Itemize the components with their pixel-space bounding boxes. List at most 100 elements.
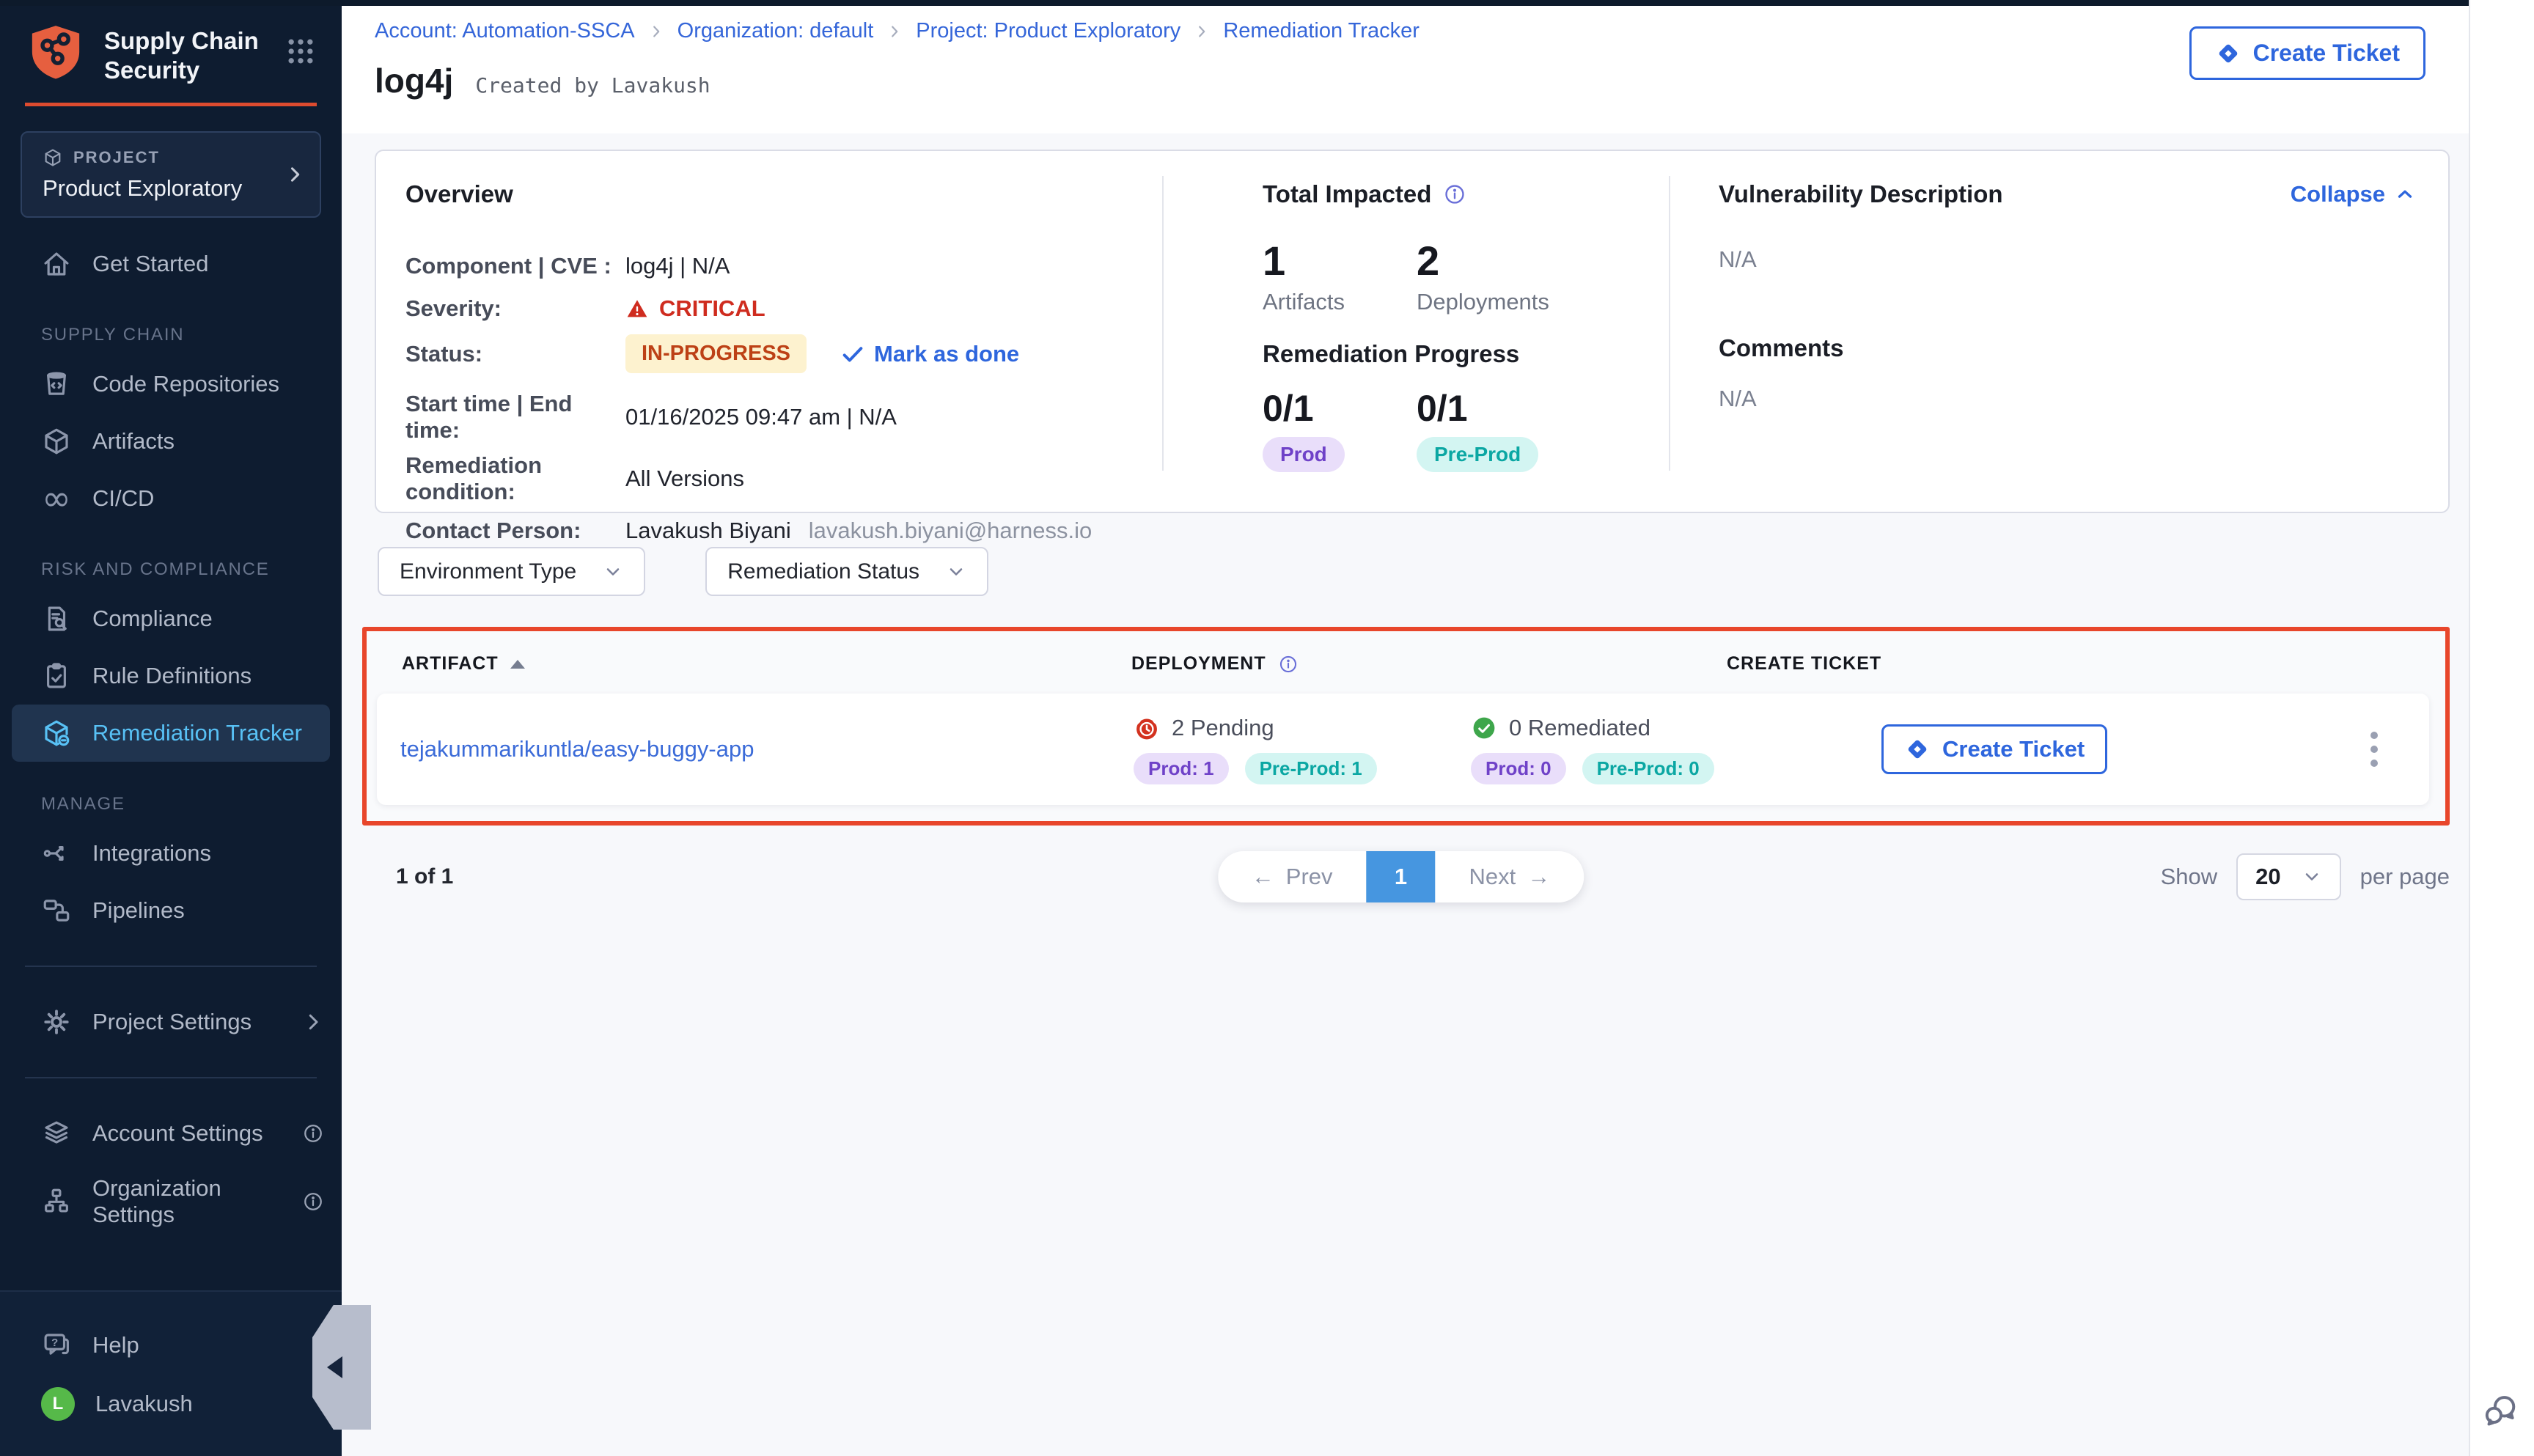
sidebar-item-label: Account Settings bbox=[92, 1120, 263, 1147]
help-chat-icon: ? bbox=[41, 1330, 72, 1361]
info-icon[interactable] bbox=[1278, 654, 1299, 674]
prod-progress: 0/1 Prod bbox=[1263, 390, 1417, 472]
create-ticket-column-header: CREATE TICKET bbox=[1727, 653, 2445, 674]
page-1-button[interactable]: 1 bbox=[1367, 851, 1436, 902]
scrollbar-gutter[interactable] bbox=[2469, 0, 2534, 1456]
created-by-text: Created by Lavakush bbox=[475, 73, 710, 98]
page-header: Account: Automation-SSCA Organization: d… bbox=[342, 0, 2534, 133]
breadcrumb-organization[interactable]: Organization: default bbox=[677, 19, 874, 43]
deployment-column-header: DEPLOYMENT bbox=[1131, 653, 1727, 674]
comments-heading: Comments bbox=[1719, 334, 2416, 362]
artifact-column-header[interactable]: ARTIFACT bbox=[402, 653, 1131, 674]
user-name: Lavakush bbox=[95, 1391, 193, 1417]
breadcrumb-account[interactable]: Account: Automation-SSCA bbox=[375, 19, 635, 43]
project-selector[interactable]: PROJECT Product Exploratory bbox=[21, 131, 321, 218]
row-create-ticket-button[interactable]: Create Ticket bbox=[1881, 724, 2107, 774]
ticket-diamond-icon bbox=[2215, 40, 2241, 67]
remediation-progress-heading: Remediation Progress bbox=[1263, 340, 1669, 368]
sidebar-item-label: Organization Settings bbox=[92, 1175, 282, 1228]
deployments-count: 2 bbox=[1417, 240, 1571, 282]
overview-heading: Overview bbox=[405, 180, 1162, 208]
page-title: log4j bbox=[375, 61, 453, 100]
artifacts-table-highlight: ARTIFACT DEPLOYMENT CREATE TICKET tejaku… bbox=[362, 627, 2450, 826]
prev-page-button[interactable]: ← Prev bbox=[1218, 851, 1367, 902]
comments-value: N/A bbox=[1719, 386, 2416, 412]
table-row: tejakummarikuntla/easy-buggy-app 2 Pendi… bbox=[377, 694, 2429, 805]
sidebar-item-label: Pipelines bbox=[92, 897, 185, 924]
pending-count: 2 Pending bbox=[1172, 715, 1274, 741]
remediated-deployments-cell: 0 Remediated Prod: 0 Pre-Prod: 0 bbox=[1471, 715, 1881, 784]
nav-group-manage: MANAGE bbox=[0, 762, 342, 825]
preprod-badge: Pre-Prod bbox=[1417, 437, 1538, 472]
mark-as-done-link[interactable]: Mark as done bbox=[840, 341, 1019, 367]
vulnerability-description-panel: Vulnerability Description Collapse N/A C… bbox=[1670, 151, 2448, 512]
window-top-edge bbox=[0, 0, 2469, 6]
row-menu-kebab-icon[interactable] bbox=[2363, 724, 2385, 774]
sidebar-item-rule-definitions[interactable]: Rule Definitions bbox=[0, 647, 342, 705]
pending-deployments-cell: 2 Pending Prod: 1 Pre-Prod: 1 bbox=[1134, 715, 1471, 784]
sidebar: Supply Chain Security PROJECT Product Ex… bbox=[0, 0, 342, 1456]
severity-value: CRITICAL bbox=[625, 295, 765, 322]
sidebar-item-help[interactable]: ? Help bbox=[0, 1317, 342, 1374]
sidebar-item-organization-settings[interactable]: Organization Settings bbox=[0, 1162, 342, 1241]
info-icon[interactable] bbox=[302, 1122, 324, 1144]
time-label: Start time | End time: bbox=[405, 391, 625, 444]
gear-icon bbox=[41, 1007, 72, 1037]
project-cube-icon bbox=[43, 147, 63, 168]
sidebar-item-integrations[interactable]: Integrations bbox=[0, 825, 342, 882]
total-impacted-heading: Total Impacted bbox=[1263, 180, 1431, 208]
sidebar-item-label: Project Settings bbox=[92, 1009, 251, 1035]
sidebar-item-pipelines[interactable]: Pipelines bbox=[0, 882, 342, 939]
preprod-progress: 0/1 Pre-Prod bbox=[1417, 390, 1571, 472]
sidebar-item-label: Artifacts bbox=[92, 428, 175, 455]
filters: Environment Type Remediation Status bbox=[378, 547, 2450, 596]
create-ticket-button[interactable]: Create Ticket bbox=[2189, 26, 2425, 80]
remediation-status-filter[interactable]: Remediation Status bbox=[705, 547, 988, 596]
sidebar-item-account-settings[interactable]: Account Settings bbox=[0, 1105, 342, 1162]
sidebar-item-cicd[interactable]: ∞ CI/CD bbox=[0, 470, 342, 527]
vulnerability-description-heading: Vulnerability Description bbox=[1719, 180, 2003, 208]
collapse-link[interactable]: Collapse bbox=[2291, 181, 2416, 207]
prod-count-badge: Prod: 1 bbox=[1134, 753, 1229, 784]
per-page-label: per page bbox=[2360, 864, 2450, 890]
vulnerability-description-value: N/A bbox=[1719, 246, 2416, 273]
page-size-select[interactable]: 20 bbox=[2236, 853, 2340, 900]
sidebar-divider bbox=[25, 1077, 317, 1078]
artifacts-cube-icon bbox=[41, 426, 72, 457]
prod-count-badge: Prod: 0 bbox=[1471, 753, 1566, 784]
organization-settings-icon bbox=[41, 1186, 72, 1217]
artifacts-count: 1 bbox=[1263, 240, 1417, 282]
breadcrumb-project[interactable]: Project: Product Exploratory bbox=[916, 19, 1180, 43]
component-cve-value: log4j | N/A bbox=[625, 253, 730, 279]
breadcrumb-remediation-tracker[interactable]: Remediation Tracker bbox=[1223, 19, 1420, 43]
sidebar-item-remediation-tracker[interactable]: Remediation Tracker bbox=[12, 705, 330, 762]
app-grid-icon[interactable] bbox=[284, 35, 317, 67]
sidebar-item-artifacts[interactable]: Artifacts bbox=[0, 413, 342, 470]
project-scope-label: PROJECT bbox=[73, 148, 160, 167]
sidebar-item-label: CI/CD bbox=[92, 485, 154, 512]
caret-up-icon bbox=[2394, 183, 2416, 205]
status-badge: IN-PROGRESS bbox=[625, 334, 807, 373]
sidebar-item-label: Code Repositories bbox=[92, 371, 279, 397]
breadcrumb: Account: Automation-SSCA Organization: d… bbox=[375, 19, 1420, 43]
sidebar-item-get-started[interactable]: Get Started bbox=[0, 235, 342, 293]
info-icon[interactable] bbox=[302, 1191, 324, 1213]
environment-type-filter[interactable]: Environment Type bbox=[378, 547, 645, 596]
sidebar-footer: ? Help L Lavakush bbox=[0, 1290, 342, 1456]
app-logo: Supply Chain Security bbox=[0, 0, 342, 87]
deployments-metric: 2 Deployments bbox=[1417, 240, 1571, 315]
sidebar-item-code-repositories[interactable]: Code Repositories bbox=[0, 356, 342, 413]
sidebar-nav: Get Started SUPPLY CHAIN Code Repositori… bbox=[0, 218, 342, 1290]
support-chat-icon[interactable] bbox=[2483, 1393, 2519, 1430]
chevron-right-icon bbox=[1194, 23, 1210, 40]
artifact-link[interactable]: tejakummarikuntla/easy-buggy-app bbox=[400, 736, 1134, 762]
sidebar-item-label: Compliance bbox=[92, 606, 213, 632]
sidebar-item-project-settings[interactable]: Project Settings bbox=[0, 993, 342, 1051]
home-icon bbox=[41, 249, 72, 279]
next-page-button[interactable]: Next → bbox=[1436, 851, 1584, 902]
info-icon[interactable] bbox=[1443, 183, 1466, 206]
time-value: 01/16/2025 09:47 am | N/A bbox=[625, 404, 897, 430]
user-menu[interactable]: L Lavakush bbox=[0, 1374, 342, 1434]
arrow-right-icon: → bbox=[1527, 864, 1550, 890]
sidebar-item-compliance[interactable]: Compliance bbox=[0, 590, 342, 647]
